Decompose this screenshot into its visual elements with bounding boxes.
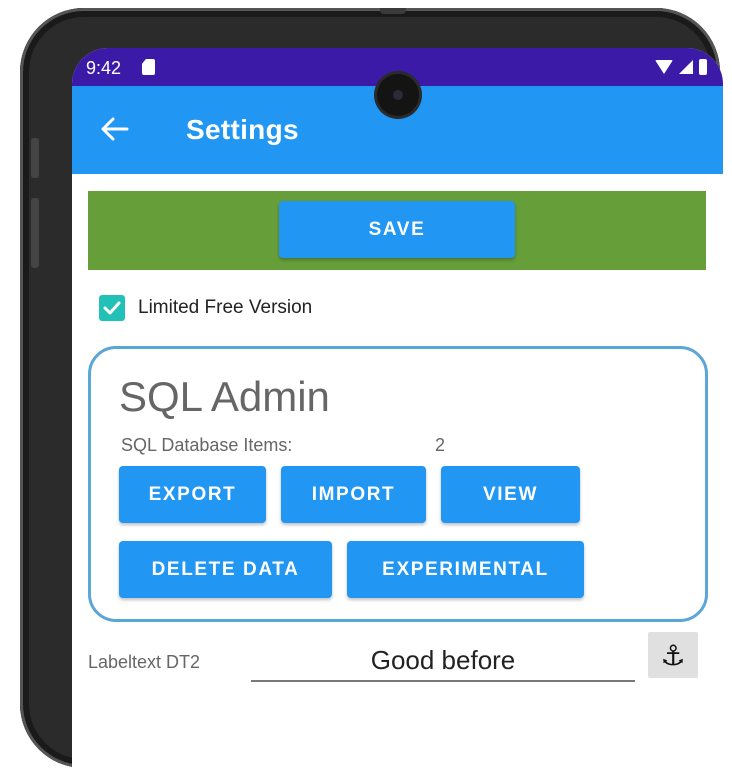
status-time: 9:42 — [86, 58, 122, 78]
phone-side-button — [31, 198, 39, 268]
import-button[interactable]: IMPORT — [281, 466, 426, 523]
battery-icon — [699, 59, 707, 75]
labeltext-input[interactable] — [251, 640, 635, 682]
status-icons — [655, 59, 707, 75]
save-button[interactable]: SAVE — [279, 201, 515, 258]
phone-side-button — [31, 138, 39, 178]
sd-card-icon — [142, 59, 155, 75]
experimental-button[interactable]: EXPERIMENTAL — [347, 541, 584, 598]
anchor-icon: ⚓ — [660, 639, 686, 671]
anchor-button[interactable]: ⚓ — [648, 632, 698, 678]
back-arrow-icon[interactable] — [100, 116, 130, 142]
check-icon — [103, 301, 121, 315]
save-panel: SAVE — [88, 191, 706, 270]
signal-icon — [679, 60, 693, 74]
sql-admin-title: SQL Admin — [119, 373, 330, 420]
sql-admin-card: SQL Admin SQL Database Items: 2 EXPORT I… — [88, 346, 708, 622]
view-button[interactable]: VIEW — [441, 466, 580, 523]
limited-free-version-label[interactable]: Limited Free Version — [138, 297, 312, 319]
phone-top-edge — [380, 8, 406, 14]
labeltext-label: Labeltext DT2 — [88, 652, 201, 672]
page-title: Settings — [186, 114, 299, 145]
export-button[interactable]: EXPORT — [119, 466, 266, 523]
delete-data-button[interactable]: DELETE DATA — [119, 541, 332, 598]
front-camera — [377, 74, 419, 116]
limited-free-version-checkbox[interactable] — [99, 295, 125, 321]
phone-frame: 9:42 Settings SAVE Limited Free Version … — [20, 8, 723, 768]
screen: 9:42 Settings SAVE Limited Free Version … — [72, 48, 723, 768]
sql-items-count: 2 — [435, 435, 446, 455]
wifi-icon — [655, 60, 673, 74]
sql-items-label: SQL Database Items: — [121, 435, 293, 455]
